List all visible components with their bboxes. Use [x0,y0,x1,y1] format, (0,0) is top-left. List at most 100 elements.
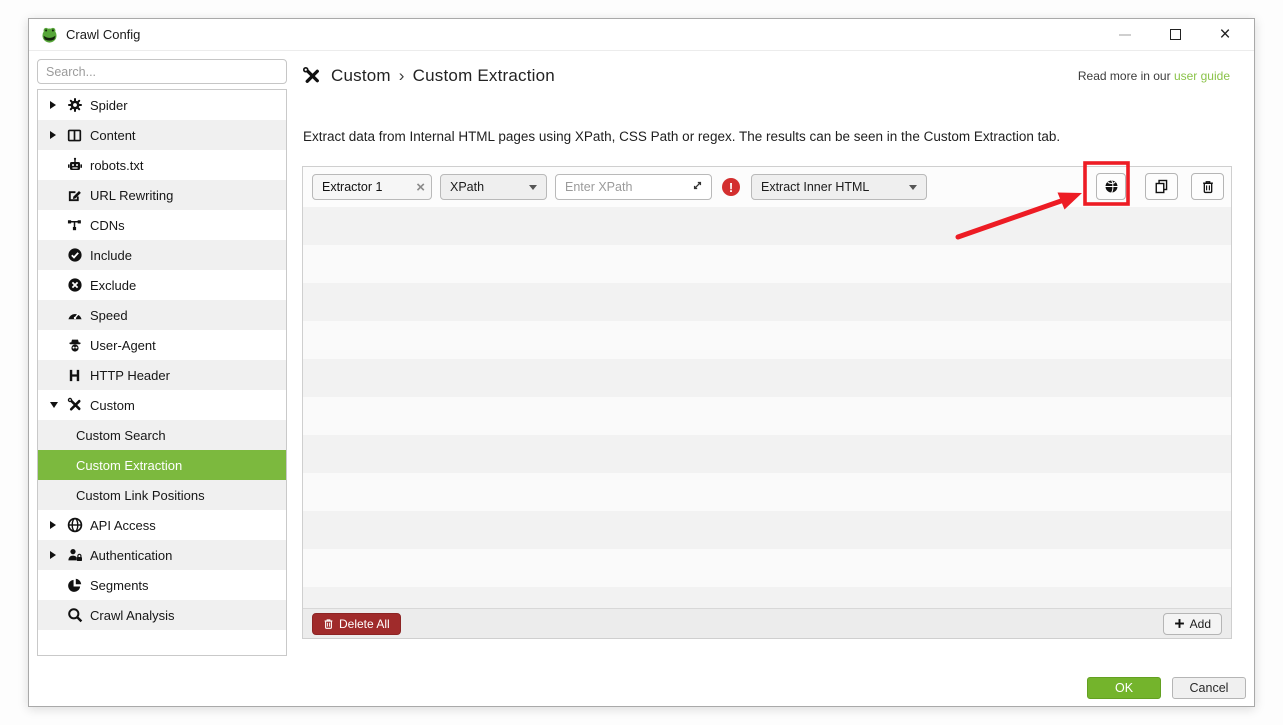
extractor-name-input[interactable] [322,180,408,194]
copy-icon [1154,179,1169,194]
delete-extractor-button[interactable] [1191,173,1224,200]
config-tree: Spider Content robots.txt URL Rewriting [37,89,287,656]
expander-collapsed-icon[interactable] [50,131,64,139]
sidebar-item-custom-search[interactable]: Custom Search [38,420,286,450]
sidebar-item-content[interactable]: Content [38,120,286,150]
crawl-config-window: Crawl Config × Spider Content [28,18,1255,707]
sidebar-item-custom[interactable]: Custom [38,390,286,420]
columns-icon [66,127,83,144]
error-icon: ! [722,178,740,196]
read-more-text: Read more in our user guide [1077,69,1230,83]
add-extractor-button[interactable]: Add [1162,612,1222,635]
sidebar-item-crawl-analysis[interactable]: Crawl Analysis [38,600,286,630]
sidebar-item-url-rewriting[interactable]: URL Rewriting [38,180,286,210]
sidebar-item-robots-txt[interactable]: robots.txt [38,150,286,180]
expand-editor-icon[interactable] [691,179,704,195]
speedometer-icon [66,307,83,324]
close-button[interactable]: × [1216,24,1234,45]
chevron-down-icon [529,184,537,190]
empty-row [303,511,1231,549]
cancel-button[interactable]: Cancel [1172,677,1246,699]
empty-row [303,549,1231,587]
sidebar-item-spider[interactable]: Spider [38,90,286,120]
user-lock-icon [66,547,83,564]
empty-row [303,587,1231,608]
minimize-button[interactable] [1116,26,1134,44]
sidebar-item-user-agent[interactable]: User-Agent [38,330,286,360]
config-sidebar: Spider Content robots.txt URL Rewriting [37,59,287,656]
empty-row [303,397,1231,435]
extractor-name-field[interactable]: × [312,174,432,200]
page-header: Custom › Custom Extraction Read more in ou… [302,63,1230,89]
xpath-input[interactable] [565,180,675,194]
empty-row [303,359,1231,397]
edit-icon [66,187,83,204]
sidebar-item-api-access[interactable]: API Access [38,510,286,540]
extractor-output-select[interactable]: Extract Inner HTML [751,174,927,200]
spy-icon [66,337,83,354]
extractor-row: × XPath ! Extract Inner HTML [303,167,1231,207]
empty-row [303,435,1231,473]
close-icon: × [1219,24,1231,45]
cross-circle-icon [66,277,83,294]
breadcrumb-parent[interactable]: Custom [331,66,391,85]
sidebar-item-custom-link-positions[interactable]: Custom Link Positions [38,480,286,510]
empty-row [303,473,1231,511]
trash-icon [1201,180,1215,194]
pie-icon [66,577,83,594]
chevron-down-icon [909,184,917,190]
magnifier-icon [66,607,83,624]
globe-icon [66,517,83,534]
browse-web-button[interactable] [1096,173,1126,200]
expander-expanded-icon[interactable] [50,402,64,408]
empty-row [303,245,1231,283]
plus-icon [1174,618,1185,629]
page-title: Custom Extraction [412,66,555,85]
extractors-panel: × XPath ! Extract Inner HTML [302,166,1232,639]
page-description: Extract data from Internal HTML pages us… [303,129,1061,144]
duplicate-extractor-button[interactable] [1145,173,1178,200]
ok-button[interactable]: OK [1087,677,1161,699]
user-guide-link[interactable]: user guide [1174,69,1230,83]
globe-icon [1104,179,1119,194]
xpath-input-field[interactable] [555,174,712,200]
expander-collapsed-icon[interactable] [50,101,64,109]
sidebar-item-http-header[interactable]: HTTP Header [38,360,286,390]
delete-all-button[interactable]: Delete All [312,612,401,635]
sidebar-item-speed[interactable]: Speed [38,300,286,330]
maximize-button[interactable] [1166,26,1184,44]
maximize-icon [1169,29,1181,40]
check-circle-icon [66,247,83,264]
tools-icon [66,397,83,414]
window-titlebar: Crawl Config × [29,19,1254,51]
expander-collapsed-icon[interactable] [50,521,64,529]
trash-icon [323,618,334,630]
sidebar-item-exclude[interactable]: Exclude [38,270,286,300]
minimize-icon [1119,33,1131,36]
sidebar-search-input[interactable] [37,59,287,84]
sidebar-item-include[interactable]: Include [38,240,286,270]
sidebar-item-segments[interactable]: Segments [38,570,286,600]
breadcrumb: Custom › Custom Extraction [331,66,555,86]
network-icon [66,217,83,234]
gear-icon [66,97,83,114]
dialog-footer: OK Cancel [1087,677,1246,699]
sidebar-item-custom-extraction[interactable]: Custom Extraction [38,450,286,480]
sidebar-item-cdns[interactable]: CDNs [38,210,286,240]
empty-row [303,283,1231,321]
panel-bottom-toolbar: Delete All Add [303,608,1231,638]
sidebar-item-authentication[interactable]: Authentication [38,540,286,570]
window-title: Crawl Config [66,27,141,42]
app-frog-icon [41,26,58,43]
desktop-background: Crawl Config × Spider Content [0,0,1283,725]
extractor-empty-rows [303,207,1231,608]
clear-icon[interactable]: × [416,180,425,195]
extractor-type-select[interactable]: XPath [440,174,547,200]
robot-icon [66,157,83,174]
breadcrumb-separator: › [398,66,405,85]
tools-icon [302,66,322,86]
h-icon [66,367,83,384]
empty-row [303,207,1231,245]
empty-row [303,321,1231,359]
expander-collapsed-icon[interactable] [50,551,64,559]
